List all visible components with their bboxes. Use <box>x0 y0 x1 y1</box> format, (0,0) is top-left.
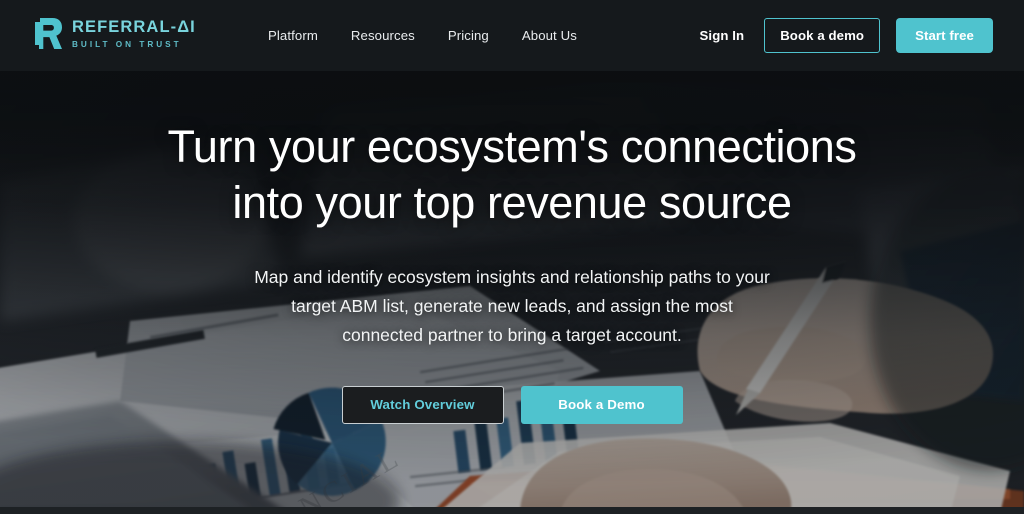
book-a-demo-hero-button[interactable]: Book a Demo <box>520 385 683 424</box>
header-actions: Sign In Book a demo Start free <box>696 0 993 71</box>
hero-section: FINANCIAL <box>0 71 1024 514</box>
hero-headline-line-1: Turn your ecosystem's connections <box>167 121 857 172</box>
sign-in-link[interactable]: Sign In <box>696 28 749 43</box>
site-header: REFERRAL-ΔI BUILT ON TRUST Platform Reso… <box>0 0 1024 71</box>
brand-tagline: BUILT ON TRUST <box>72 39 182 49</box>
hero-headline: Turn your ecosystem's connections into y… <box>132 119 892 231</box>
nav-item-pricing[interactable]: Pricing <box>448 28 489 43</box>
hero-cta-row: Watch Overview Book a Demo <box>341 385 683 424</box>
nav-item-about-us[interactable]: About Us <box>522 28 577 43</box>
hero-content: Turn your ecosystem's connections into y… <box>0 71 1024 514</box>
book-a-demo-header-button[interactable]: Book a demo <box>764 18 881 53</box>
main-navigation: Platform Resources Pricing About Us <box>268 0 577 71</box>
brand-text: REFERRAL-ΔI BUILT ON TRUST <box>72 18 196 49</box>
watch-overview-button[interactable]: Watch Overview <box>341 385 504 424</box>
bottom-strip <box>0 507 1024 514</box>
nav-item-resources[interactable]: Resources <box>351 28 415 43</box>
hero-subheadline: Map and identify ecosystem insights and … <box>252 263 772 351</box>
hero-subheadline-line-1: Map and identify ecosystem insights and … <box>254 266 731 287</box>
start-free-button[interactable]: Start free <box>896 18 993 53</box>
hero-headline-line-2: into your top revenue source <box>232 176 792 228</box>
landing-page: REFERRAL-ΔI BUILT ON TRUST Platform Reso… <box>0 0 1024 514</box>
letter-r-logo-icon <box>33 16 63 51</box>
brand-name: REFERRAL-ΔI <box>72 18 196 37</box>
brand-logo[interactable]: REFERRAL-ΔI BUILT ON TRUST <box>33 16 196 51</box>
nav-item-platform[interactable]: Platform <box>268 28 318 43</box>
